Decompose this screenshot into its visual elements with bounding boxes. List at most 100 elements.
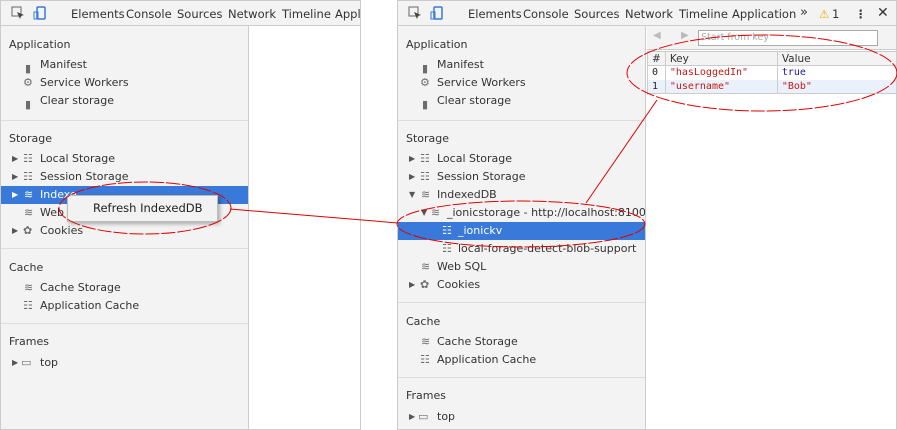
menu-kebab-icon[interactable]: ⋮ (855, 7, 867, 21)
sidebar-item-web-sql[interactable]: ≋ Web SQL (398, 258, 645, 276)
grid-icon: ☷ (420, 152, 430, 165)
divider (1, 120, 248, 121)
sidebar-item-ionickv[interactable]: ☷ _ionickv (398, 222, 645, 240)
device-toggle-icon[interactable] (430, 6, 444, 20)
sidebar-item-service-workers[interactable]: ⚙ Service Workers (1, 74, 248, 92)
sidebar-item-cookies[interactable]: ▶ ✿ Cookies (398, 276, 645, 294)
tab-network[interactable]: Network (228, 7, 276, 21)
expand-arrow-icon[interactable]: ▶ (12, 168, 18, 186)
expand-arrow-icon[interactable]: ▶ (12, 150, 18, 168)
sidebar-item-manifest[interactable]: ▮ Manifest (398, 56, 645, 75)
divider (398, 120, 645, 121)
sidebar-item-top-frame[interactable]: ▶ ▭ top (398, 408, 645, 426)
grid-icon: ☷ (442, 242, 452, 255)
sidebar-item-service-workers[interactable]: ⚙ Service Workers (398, 74, 645, 92)
sidebar-item-indexeddb[interactable]: ▼ ≋ IndexedDB (398, 186, 645, 204)
inspect-icon[interactable] (408, 6, 422, 20)
collapse-arrow-icon[interactable]: ▼ (421, 204, 427, 222)
expand-arrow-icon[interactable]: ▶ (409, 408, 415, 426)
section-frames: Frames (9, 335, 50, 348)
context-menu-refresh-indexeddb[interactable]: Refresh IndexedDB (67, 195, 218, 222)
tab-timeline[interactable]: Timeline (282, 7, 331, 21)
column-header-index[interactable]: # (647, 51, 666, 66)
trash-icon: ▮ (422, 98, 429, 111)
tab-application[interactable]: Application (732, 7, 796, 21)
expand-arrow-icon[interactable]: ▶ (409, 150, 415, 168)
sidebar-item-local-storage[interactable]: ▶ ☷ Local Storage (398, 150, 645, 168)
sidebar-item-clear-storage[interactable]: ▮ Clear storage (1, 92, 248, 111)
column-header-key[interactable]: Key (664, 51, 778, 66)
sidebar-item-ionicstorage-db[interactable]: ▼ ≋ _ionicstorage - http://localhost:8100 (398, 204, 646, 222)
grid-icon: ☷ (23, 152, 33, 165)
section-storage: Storage (406, 132, 450, 145)
sidebar: Application ▮ Manifest ⚙ Service Workers ▮… (1, 26, 249, 429)
tab-timeline[interactable]: Timeline (679, 7, 728, 21)
expand-arrow-icon[interactable]: ▶ (12, 222, 18, 240)
file-icon: ▮ (422, 62, 429, 75)
device-toggle-icon[interactable] (33, 6, 47, 20)
frame-icon: ▭ (21, 356, 32, 369)
table-row[interactable]: 1 "username" "Bob" (647, 79, 897, 94)
tab-sources[interactable]: Sources (574, 7, 620, 21)
sidebar-item-cache-storage[interactable]: ≋ Cache Storage (398, 333, 645, 351)
divider (398, 377, 645, 378)
sidebar-item-session-storage[interactable]: ▶ ☷ Session Storage (398, 168, 645, 186)
tab-console[interactable]: Console (523, 7, 569, 21)
tab-network[interactable]: Network (625, 7, 673, 21)
devtools-tabbar: Elements Console Sources Network Timelin… (1, 1, 360, 26)
grid-icon: ☷ (23, 170, 33, 183)
warning-count[interactable]: 1 (832, 7, 839, 21)
sidebar-item-session-storage[interactable]: ▶ ☷ Session Storage (1, 168, 248, 186)
database-icon: ≋ (421, 260, 431, 273)
start-from-key-input[interactable]: Start from key (698, 30, 878, 46)
trash-icon: ▮ (25, 98, 32, 111)
tab-elements[interactable]: Elements (71, 7, 125, 21)
sidebar-item-clear-storage[interactable]: ▮ Clear storage (398, 92, 645, 111)
gear-icon: ⚙ (23, 76, 33, 89)
sidebar-item-application-cache[interactable]: ☷ Application Cache (1, 297, 248, 315)
cookie-icon: ✿ (420, 278, 430, 291)
grid-icon: ☷ (420, 170, 430, 183)
section-frames: Frames (406, 389, 447, 402)
previous-page-icon[interactable]: ◀ (653, 30, 661, 41)
divider (1, 323, 248, 324)
expand-arrow-icon[interactable]: ▶ (12, 186, 18, 204)
close-icon[interactable]: ✕ (877, 5, 889, 21)
sidebar-item-application-cache[interactable]: ☷ Application Cache (398, 351, 645, 369)
expand-arrow-icon[interactable]: ▶ (409, 276, 415, 294)
database-icon: ≋ (24, 281, 34, 294)
sidebar-item-cookies[interactable]: ▶ ✿ Cookies (1, 222, 248, 240)
tab-application[interactable]: Applic (335, 7, 360, 21)
inspect-icon[interactable] (11, 6, 25, 20)
warning-icon[interactable]: ⚠ (819, 7, 829, 21)
sidebar-item-cache-storage[interactable]: ≋ Cache Storage (1, 279, 248, 297)
more-tabs-button[interactable]: » (800, 5, 808, 20)
divider (398, 302, 645, 303)
next-page-icon[interactable]: ▶ (681, 30, 689, 41)
sidebar-item-local-forage-store[interactable]: ☷ local-forage-detect-blob-support (398, 240, 645, 258)
column-header-value[interactable]: Value (776, 51, 897, 66)
expand-arrow-icon[interactable]: ▶ (409, 168, 415, 186)
section-cache: Cache (9, 261, 44, 274)
section-application: Application (9, 38, 71, 51)
tab-elements[interactable]: Elements (468, 7, 522, 21)
divider (1, 248, 248, 249)
devtools-tabbar: Elements Console Sources Network Timelin… (398, 1, 896, 26)
section-storage: Storage (9, 132, 53, 145)
sidebar-item-local-storage[interactable]: ▶ ☷ Local Storage (1, 150, 248, 168)
collapse-arrow-icon[interactable]: ▼ (409, 186, 415, 204)
sidebar-item-top-frame[interactable]: ▶ ▭ top (1, 354, 248, 372)
table-row[interactable]: 0 "hasLoggedIn" true (647, 65, 897, 80)
expand-arrow-icon[interactable]: ▶ (12, 354, 18, 372)
section-cache: Cache (406, 315, 441, 328)
devtools-panel-after: Elements Console Sources Network Timelin… (397, 0, 897, 430)
tab-console[interactable]: Console (126, 7, 172, 21)
cookie-icon: ✿ (23, 224, 33, 237)
frame-icon: ▭ (418, 410, 429, 423)
gear-icon: ⚙ (420, 76, 430, 89)
grid-icon: ☷ (420, 353, 430, 366)
tab-sources[interactable]: Sources (177, 7, 223, 21)
object-store-table: # Key Value 0 "hasLoggedIn" true 1 "username"… (647, 51, 897, 95)
sidebar-item-manifest[interactable]: ▮ Manifest (1, 56, 248, 75)
grid-icon: ☷ (442, 224, 452, 237)
